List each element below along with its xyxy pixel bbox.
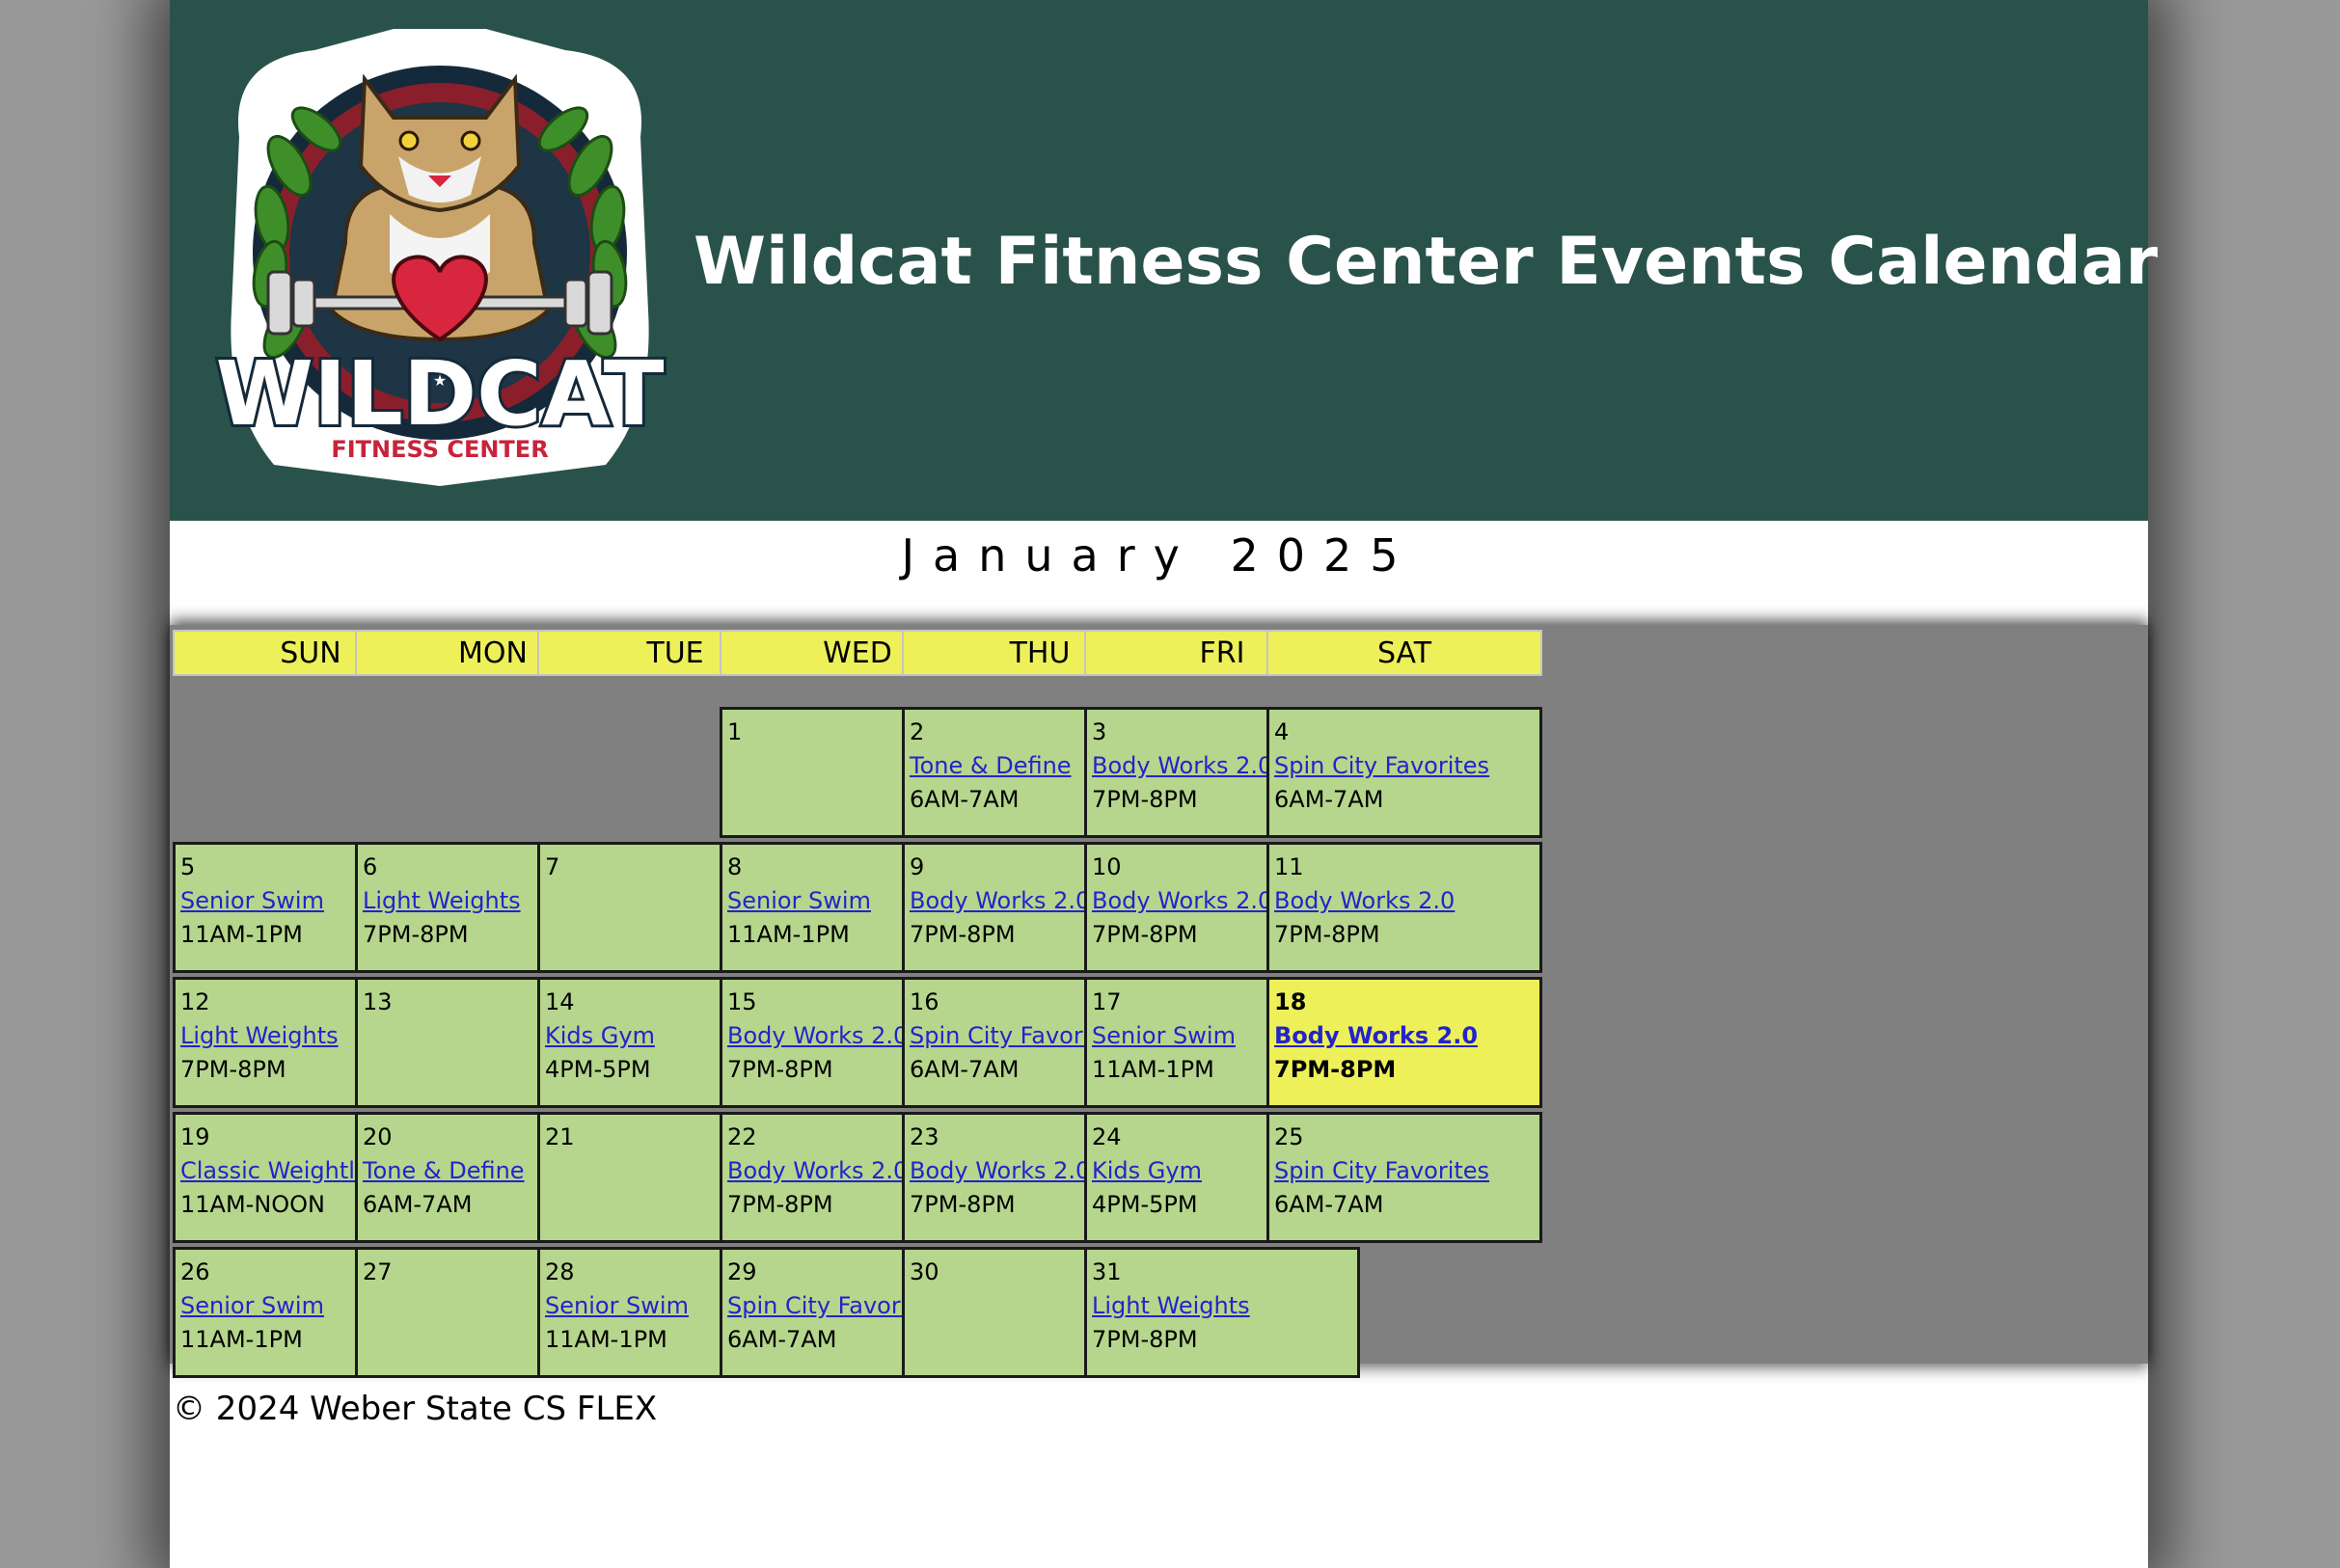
event-link[interactable]: Body Works 2.0 [1274,1019,1539,1053]
weekday-header-sat: SAT [1266,630,1542,676]
wildcat-logo-icon: WILDCAT ★ ★ ★ FITNESS CENTER [212,29,667,486]
event-link[interactable]: Light Weights [1092,1289,1357,1323]
day-cell: 25 Spin City Favorites 6AM-7AM [1266,1112,1542,1243]
event-time: 7PM-8PM [1092,1326,1198,1353]
day-cell: 31 Light Weights 7PM-8PM [1084,1247,1360,1378]
page-title: Wildcat Fitness Center Events Calendar [694,224,2159,300]
footer-copyright: © 2024 Weber State CS FLEX [173,1390,658,1428]
day-number: 31 [1092,1258,1122,1285]
day-cell-today: 18 Body Works 2.0 7PM-8PM [1266,977,1542,1108]
site-header: WILDCAT ★ ★ ★ FITNESS CENTER Wildcat Fit… [170,0,2158,521]
event-link[interactable]: Spin City Favorites [1274,1154,1539,1188]
svg-text:★ ★ ★: ★ ★ ★ [414,371,465,390]
event-time: 7PM-8PM [1274,1056,1397,1083]
event-link[interactable]: Spin City Favorites [1274,749,1539,783]
day-number: 4 [1274,718,1290,745]
day-cell: 4 Spin City Favorites 6AM-7AM [1266,707,1542,838]
calendar-grid: SUN MON TUE WED THU FRI SAT 1 2 Tone & Define 6AM-… [170,625,2148,1378]
svg-text:FITNESS CENTER: FITNESS CENTER [331,436,548,463]
month-title: January 2025 [901,529,1417,581]
day-number: 11 [1274,853,1304,880]
svg-text:WILDCAT: WILDCAT [215,342,664,446]
event-time: 6AM-7AM [1274,1191,1384,1218]
day-number: 18 [1274,988,1307,1015]
day-cell: 11 Body Works 2.0 7PM-8PM [1266,842,1542,973]
event-time: 6AM-7AM [1274,786,1384,813]
event-link[interactable]: Body Works 2.0 [1274,884,1539,918]
page-container: WILDCAT ★ ★ ★ FITNESS CENTER Wildcat Fit… [170,0,2158,1568]
day-number: 25 [1274,1123,1304,1150]
event-time: 7PM-8PM [1274,921,1380,948]
